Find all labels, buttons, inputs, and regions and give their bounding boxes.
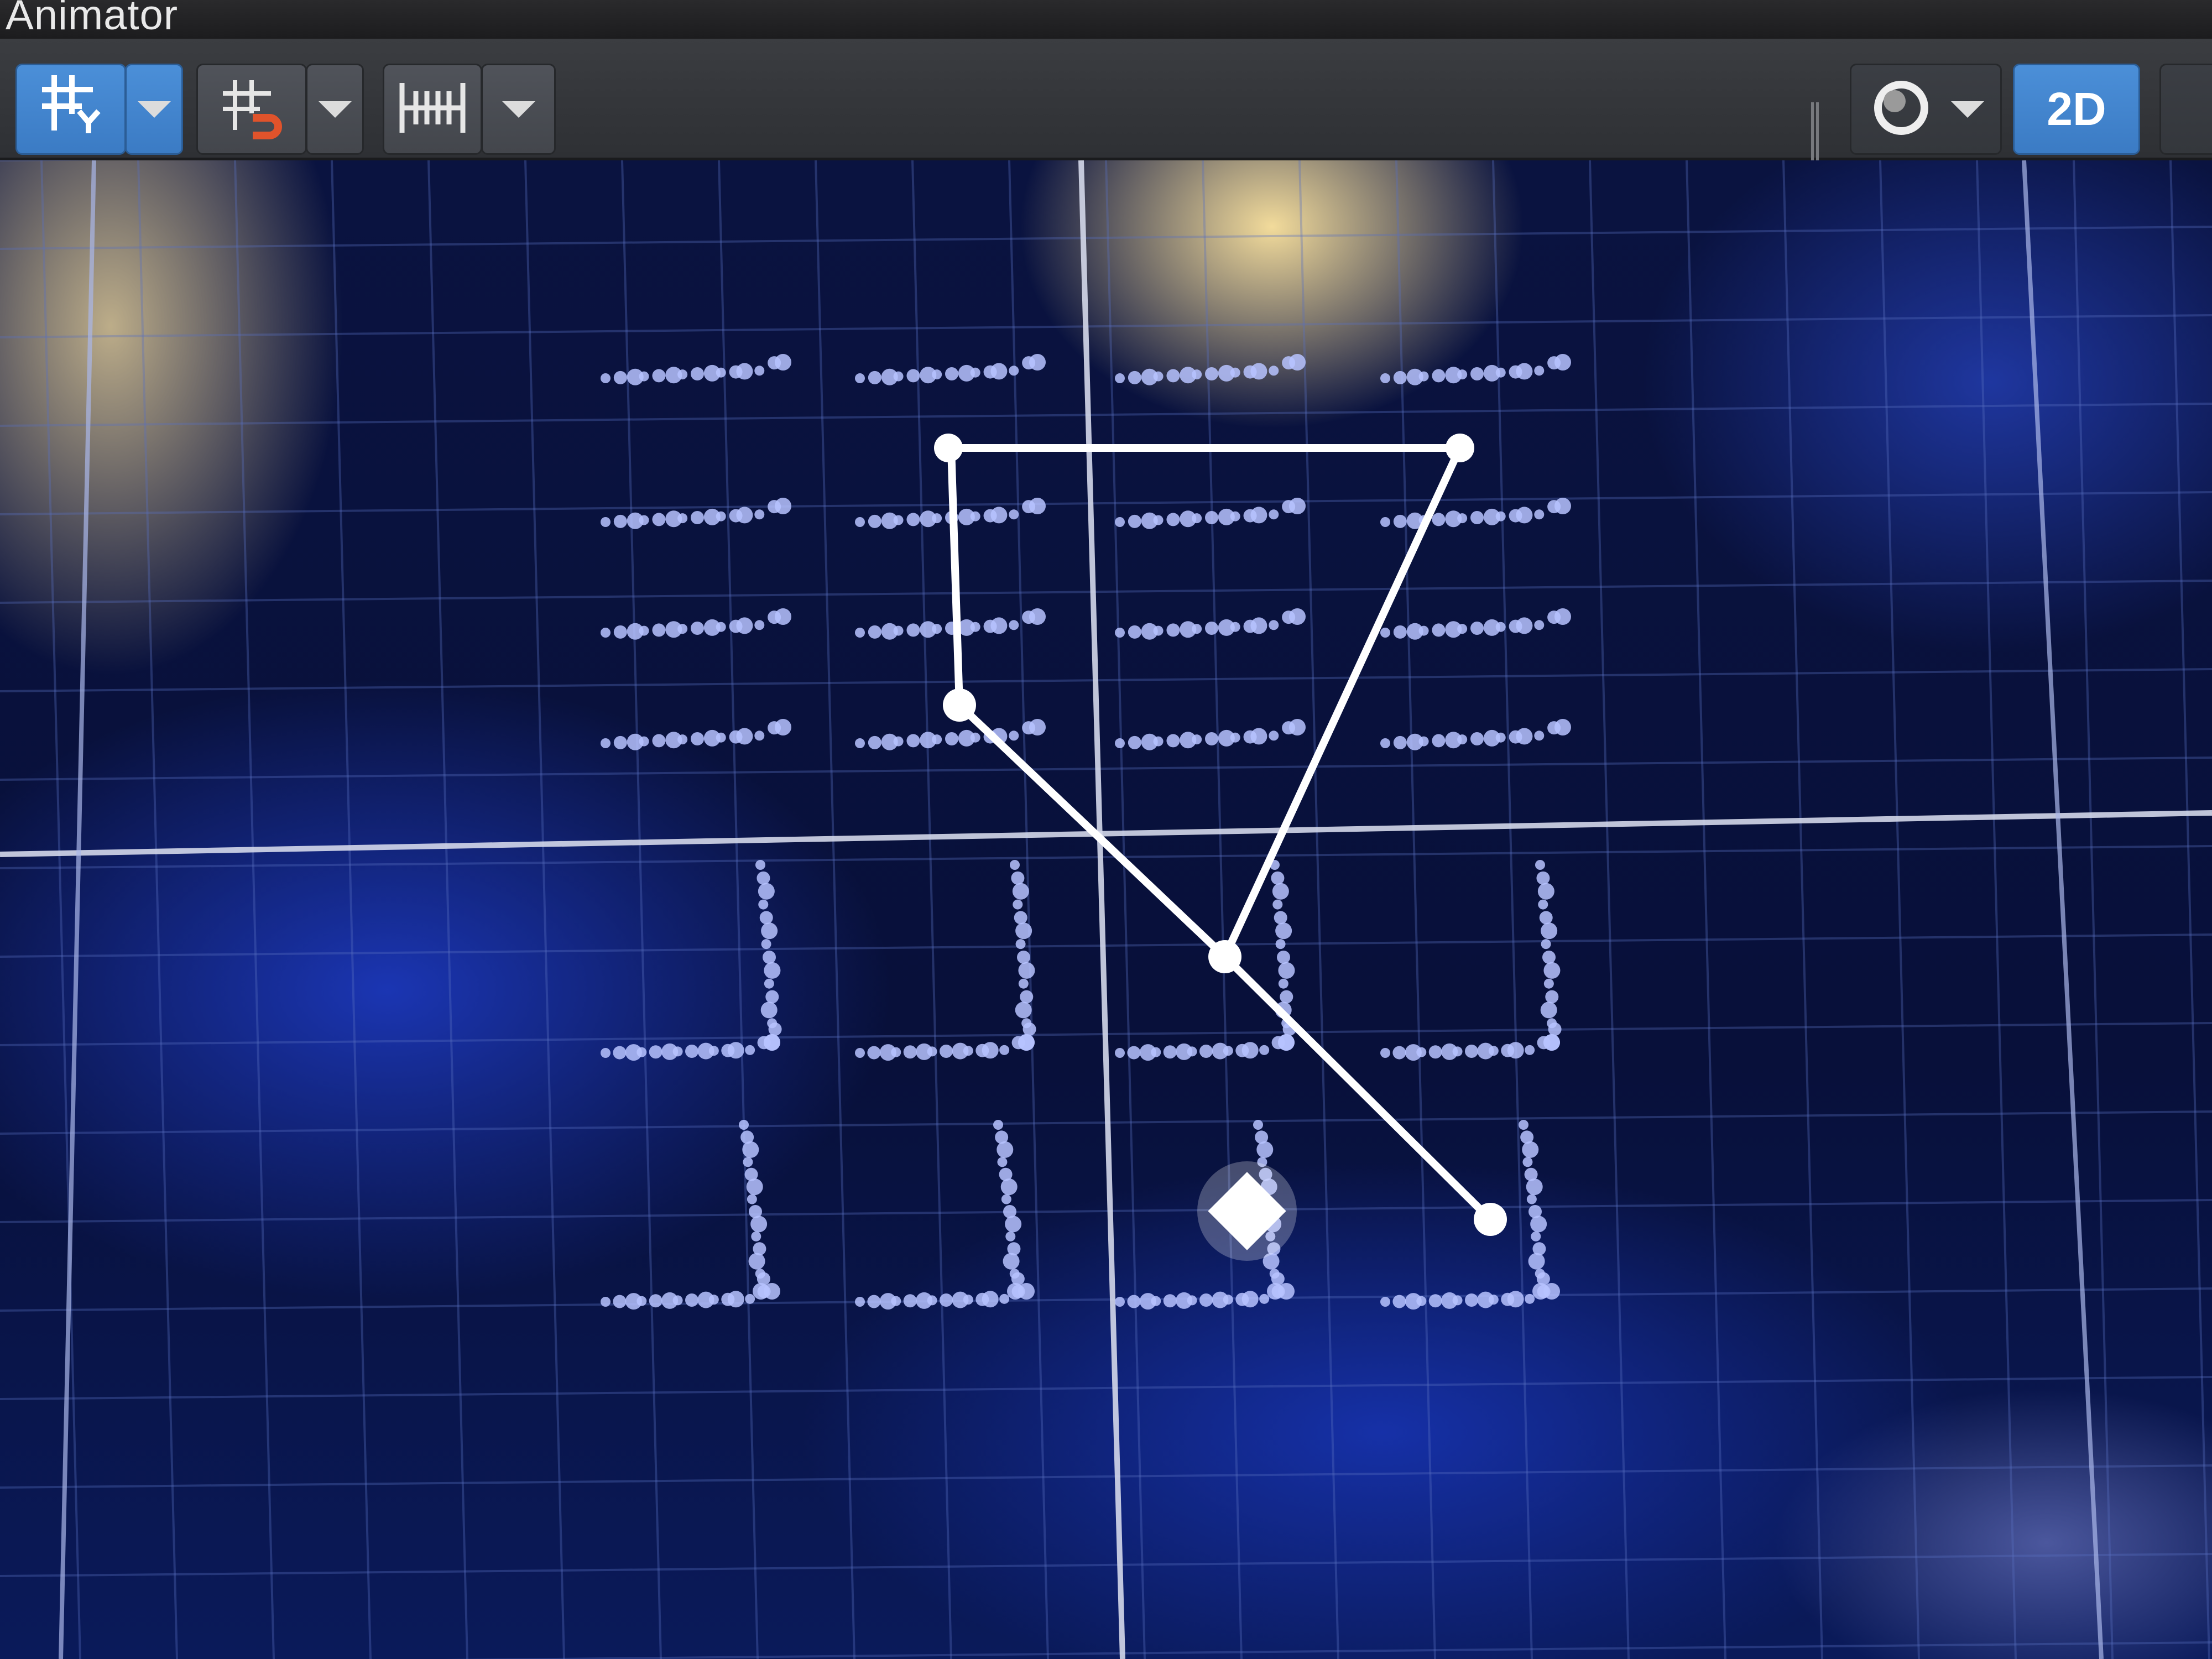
circle-icon	[1868, 75, 1934, 144]
glyph-stroke	[1380, 354, 1571, 385]
toolbar-separator	[1811, 102, 1819, 169]
path-node-3	[943, 688, 976, 722]
glyph-stroke	[1115, 1283, 1295, 1310]
glyph-stroke	[1115, 719, 1306, 750]
window-title: Animator	[6, 0, 179, 39]
path-node-2	[1446, 434, 1474, 462]
glyph-stroke	[1380, 1034, 1560, 1061]
path-node-5	[1474, 1203, 1507, 1236]
snap-button[interactable]	[196, 64, 307, 155]
grid-y-icon	[38, 70, 104, 149]
timeline-button[interactable]	[383, 64, 482, 155]
glyph-stroke	[739, 1120, 770, 1300]
path-node-1	[934, 434, 963, 462]
shading-mode-button[interactable]	[1850, 64, 2002, 155]
2d-label: 2D	[2047, 83, 2106, 135]
glyph-stroke	[855, 719, 1046, 750]
glyph-stroke	[601, 498, 791, 529]
glyph-stroke	[1519, 1120, 1550, 1300]
title-bar: Animator	[0, 0, 2212, 39]
vertical-axis	[1078, 160, 1125, 1659]
glyph-stroke	[1380, 719, 1571, 750]
glyph-stroke	[1115, 608, 1306, 640]
chevron-down-icon	[137, 101, 171, 118]
glyph-stroke	[1380, 1283, 1560, 1310]
path-node-4	[1208, 940, 1241, 973]
glyph-stroke	[1380, 498, 1571, 529]
glyph-stroke	[601, 354, 791, 385]
glyph-stroke	[855, 1034, 1035, 1061]
toolbar: 2D	[0, 39, 2212, 169]
glyph-stroke	[755, 860, 782, 1051]
glyph-stroke	[855, 1283, 1035, 1310]
timeline-dropdown[interactable]	[481, 64, 556, 155]
scene-viewport[interactable]	[0, 160, 2212, 1659]
timeline-icon	[397, 77, 468, 141]
chevron-down-icon	[1950, 101, 1984, 118]
magnet-grid-icon	[218, 75, 285, 144]
chevron-down-icon	[318, 101, 352, 118]
glyph-stroke	[1115, 354, 1306, 385]
grid-y-dropdown[interactable]	[125, 64, 183, 155]
chevron-down-icon	[502, 101, 535, 118]
glyph-stroke	[601, 719, 791, 750]
snap-dropdown[interactable]	[306, 64, 364, 155]
glyph-stroke	[1115, 1034, 1295, 1061]
grid-y-button[interactable]	[15, 64, 126, 155]
glyph-stroke	[601, 608, 791, 640]
glyph-stroke	[855, 608, 1046, 640]
cursor-marker	[1197, 1161, 1297, 1261]
glyph-stroke	[601, 1283, 780, 1310]
2d-toggle-button[interactable]: 2D	[2013, 64, 2140, 155]
scene-grid	[0, 160, 2212, 1659]
toolbar-partial-button[interactable]	[2159, 64, 2212, 155]
glyph-stroke	[1535, 860, 1562, 1051]
glyph-stroke	[993, 1120, 1025, 1300]
glyph-stroke	[855, 354, 1046, 385]
